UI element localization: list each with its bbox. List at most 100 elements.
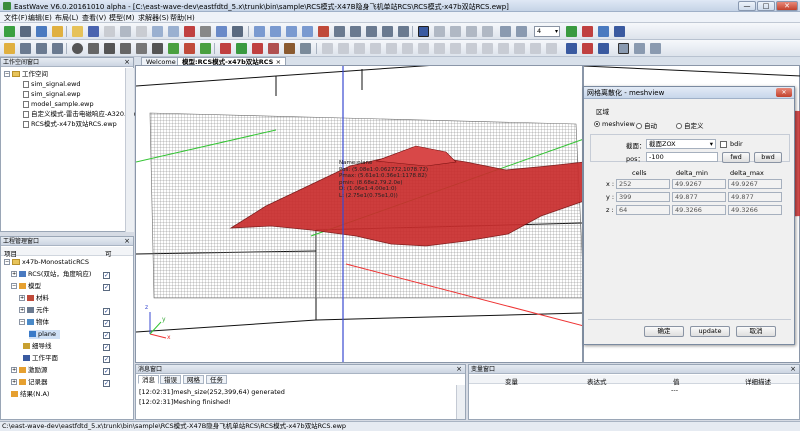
rect-icon[interactable]: [36, 43, 47, 54]
extrude-icon[interactable]: [168, 43, 179, 54]
scale-icon[interactable]: [370, 43, 381, 54]
play-icon[interactable]: [566, 26, 577, 37]
radio-auto[interactable]: 自动: [636, 120, 657, 130]
visible-checkbox[interactable]: ✓: [103, 320, 110, 327]
grid-snap-icon[interactable]: [20, 43, 31, 54]
save-icon[interactable]: [88, 26, 99, 37]
project-close-button[interactable]: ×: [124, 237, 130, 246]
section-select[interactable]: 截面ZOX ▾: [646, 139, 716, 149]
collapse-icon[interactable]: −: [11, 283, 17, 289]
box-icon[interactable]: [88, 43, 99, 54]
print-icon[interactable]: [200, 26, 211, 37]
cylinder-icon[interactable]: [104, 43, 115, 54]
menu-model[interactable]: 模型(M): [109, 13, 135, 23]
tab-mesh[interactable]: 网格: [183, 375, 204, 384]
hand-icon[interactable]: [434, 26, 445, 37]
source-icon[interactable]: [236, 43, 247, 54]
lumped-element-icon[interactable]: [300, 43, 311, 54]
group-icon[interactable]: [418, 43, 429, 54]
prism-icon[interactable]: [152, 43, 163, 54]
ungroup-icon[interactable]: [434, 43, 445, 54]
mirror-icon[interactable]: [354, 43, 365, 54]
rotate-object-icon[interactable]: [338, 43, 349, 54]
open-folder-icon[interactable]: [72, 26, 83, 37]
workspace-file[interactable]: sim_signal.ewp: [23, 90, 81, 99]
copy-icon[interactable]: [104, 26, 115, 37]
expand-icon[interactable]: +: [11, 367, 17, 373]
col-description[interactable]: 详细描述: [745, 376, 771, 386]
radio-meshview[interactable]: meshview: [594, 120, 635, 128]
info-icon[interactable]: [20, 26, 31, 37]
tree-item-element[interactable]: + 元件: [19, 306, 49, 315]
model-viewport[interactable]: Name:plane Pos: (5.08e1:0.062772,1078.72…: [135, 65, 583, 363]
redo-icon[interactable]: [168, 26, 179, 37]
array-icon[interactable]: [386, 43, 397, 54]
menu-edit[interactable]: 编辑(E): [28, 13, 52, 23]
properties-icon[interactable]: [232, 26, 243, 37]
port-icon[interactable]: [220, 43, 231, 54]
run-icon[interactable]: [36, 26, 47, 37]
align-icon[interactable]: [402, 43, 413, 54]
zoom-window-icon[interactable]: [302, 26, 313, 37]
workspace-file[interactable]: model_sample.ewp: [23, 100, 94, 109]
radio-custom[interactable]: 自定义: [676, 120, 704, 130]
visible-checkbox[interactable]: ✓: [103, 380, 110, 387]
fwd-button[interactable]: fwd: [722, 152, 750, 163]
view-z-icon[interactable]: [598, 43, 609, 54]
cancel-button[interactable]: 取消: [736, 326, 776, 337]
zoom-out-icon[interactable]: [270, 26, 281, 37]
view-x-icon[interactable]: [566, 43, 577, 54]
workspace-scrollbar[interactable]: [125, 68, 134, 232]
workspace-close-button[interactable]: ×: [124, 58, 130, 67]
workspace-file[interactable]: sim_signal.ewd: [23, 80, 81, 89]
wire-icon[interactable]: [4, 43, 15, 54]
torus-icon[interactable]: [136, 43, 147, 54]
boundary-icon[interactable]: [284, 43, 295, 54]
tab-messages[interactable]: 消息: [138, 375, 159, 384]
grid-icon[interactable]: [598, 26, 609, 37]
translate-icon[interactable]: [322, 43, 333, 54]
update-button[interactable]: update: [690, 326, 730, 337]
select-mode-icon[interactable]: [418, 26, 429, 37]
settings-icon[interactable]: [52, 26, 63, 37]
slice-icon[interactable]: [618, 43, 629, 54]
maximize-button[interactable]: □: [757, 1, 775, 11]
x-dmin-field[interactable]: 49.9267: [672, 179, 726, 189]
radio-dot[interactable]: [636, 123, 642, 129]
z-dmin-field[interactable]: 49.3266: [672, 205, 726, 215]
visible-checkbox[interactable]: ✓: [103, 356, 110, 363]
slice-move-icon[interactable]: [650, 43, 661, 54]
radio-dot[interactable]: [594, 121, 600, 127]
menu-file[interactable]: 文件(F): [4, 13, 28, 23]
tree-item-workplane[interactable]: 工作平面: [23, 354, 58, 363]
stop-icon[interactable]: [582, 26, 593, 37]
ok-button[interactable]: 确定: [644, 326, 684, 337]
col-expression[interactable]: 表达式: [587, 376, 607, 386]
sweep-icon[interactable]: [546, 43, 557, 54]
y-dmin-field[interactable]: 49.877: [672, 192, 726, 202]
merge-icon[interactable]: [466, 43, 477, 54]
zoom-in-icon[interactable]: [254, 26, 265, 37]
split-icon[interactable]: [450, 43, 461, 54]
offset-icon[interactable]: [514, 43, 525, 54]
z-cells-field[interactable]: 64: [616, 205, 670, 215]
rotate-icon[interactable]: [450, 26, 461, 37]
cone-icon[interactable]: [120, 43, 131, 54]
tree-item-results[interactable]: 结果(N.A): [11, 390, 49, 399]
visible-checkbox[interactable]: ✓: [103, 368, 110, 375]
tree-item-wire[interactable]: 细导线: [23, 342, 52, 351]
material-icon[interactable]: [200, 43, 211, 54]
visible-checkbox[interactable]: ✓: [103, 332, 110, 339]
visible-checkbox[interactable]: ✓: [103, 344, 110, 351]
minimize-button[interactable]: —: [738, 1, 756, 11]
workspace-file[interactable]: 自定义模式-雷击电磁响应-A320.ewp: [23, 110, 140, 119]
tree-item-model[interactable]: − 模型: [11, 282, 41, 291]
tree-item-rcs[interactable]: + RCS(双站，角度响应): [11, 270, 91, 279]
zoom-level-select[interactable]: 4 ▾: [534, 26, 560, 37]
message-close-button[interactable]: ×: [456, 365, 462, 374]
snap-icon[interactable]: [500, 26, 511, 37]
menu-view[interactable]: 查看(V): [82, 13, 106, 23]
undo-icon[interactable]: [152, 26, 163, 37]
variables-close-button[interactable]: ×: [790, 365, 796, 374]
orbit-icon[interactable]: [482, 26, 493, 37]
